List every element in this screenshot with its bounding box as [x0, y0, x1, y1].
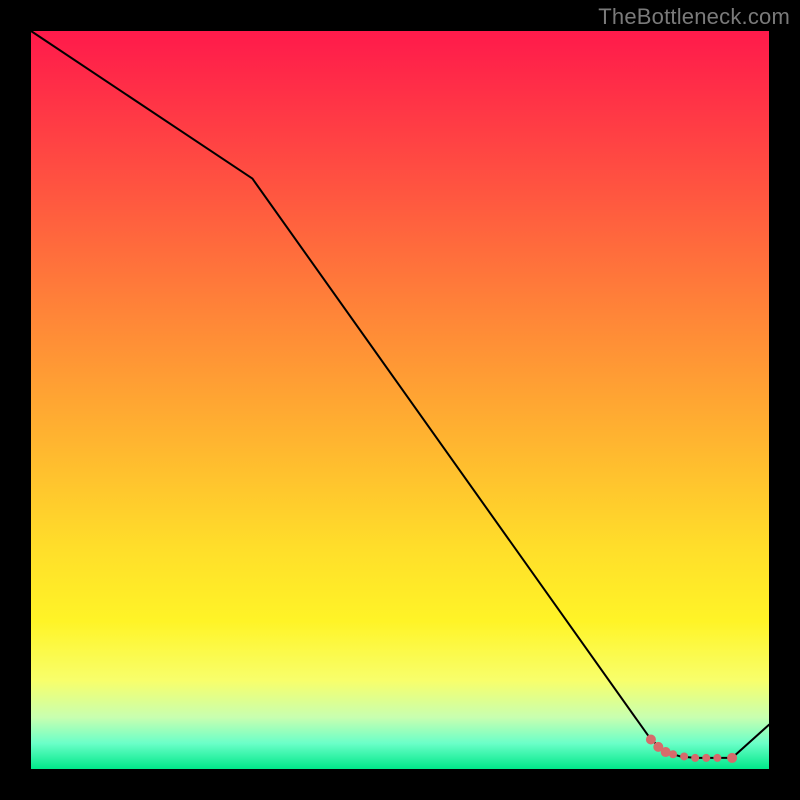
marker-point — [691, 754, 699, 762]
marker-point — [713, 754, 721, 762]
marker-point — [661, 747, 671, 757]
watermark: TheBottleneck.com — [598, 4, 790, 30]
curve-svg — [31, 31, 769, 769]
marker-point — [669, 750, 677, 758]
marker-point — [646, 734, 656, 744]
bottleneck-curve — [31, 31, 769, 758]
marker-point — [727, 753, 737, 763]
plot-area — [31, 31, 769, 769]
chart-frame: TheBottleneck.com — [0, 0, 800, 800]
marker-point — [680, 752, 688, 760]
marker-point — [702, 754, 710, 762]
